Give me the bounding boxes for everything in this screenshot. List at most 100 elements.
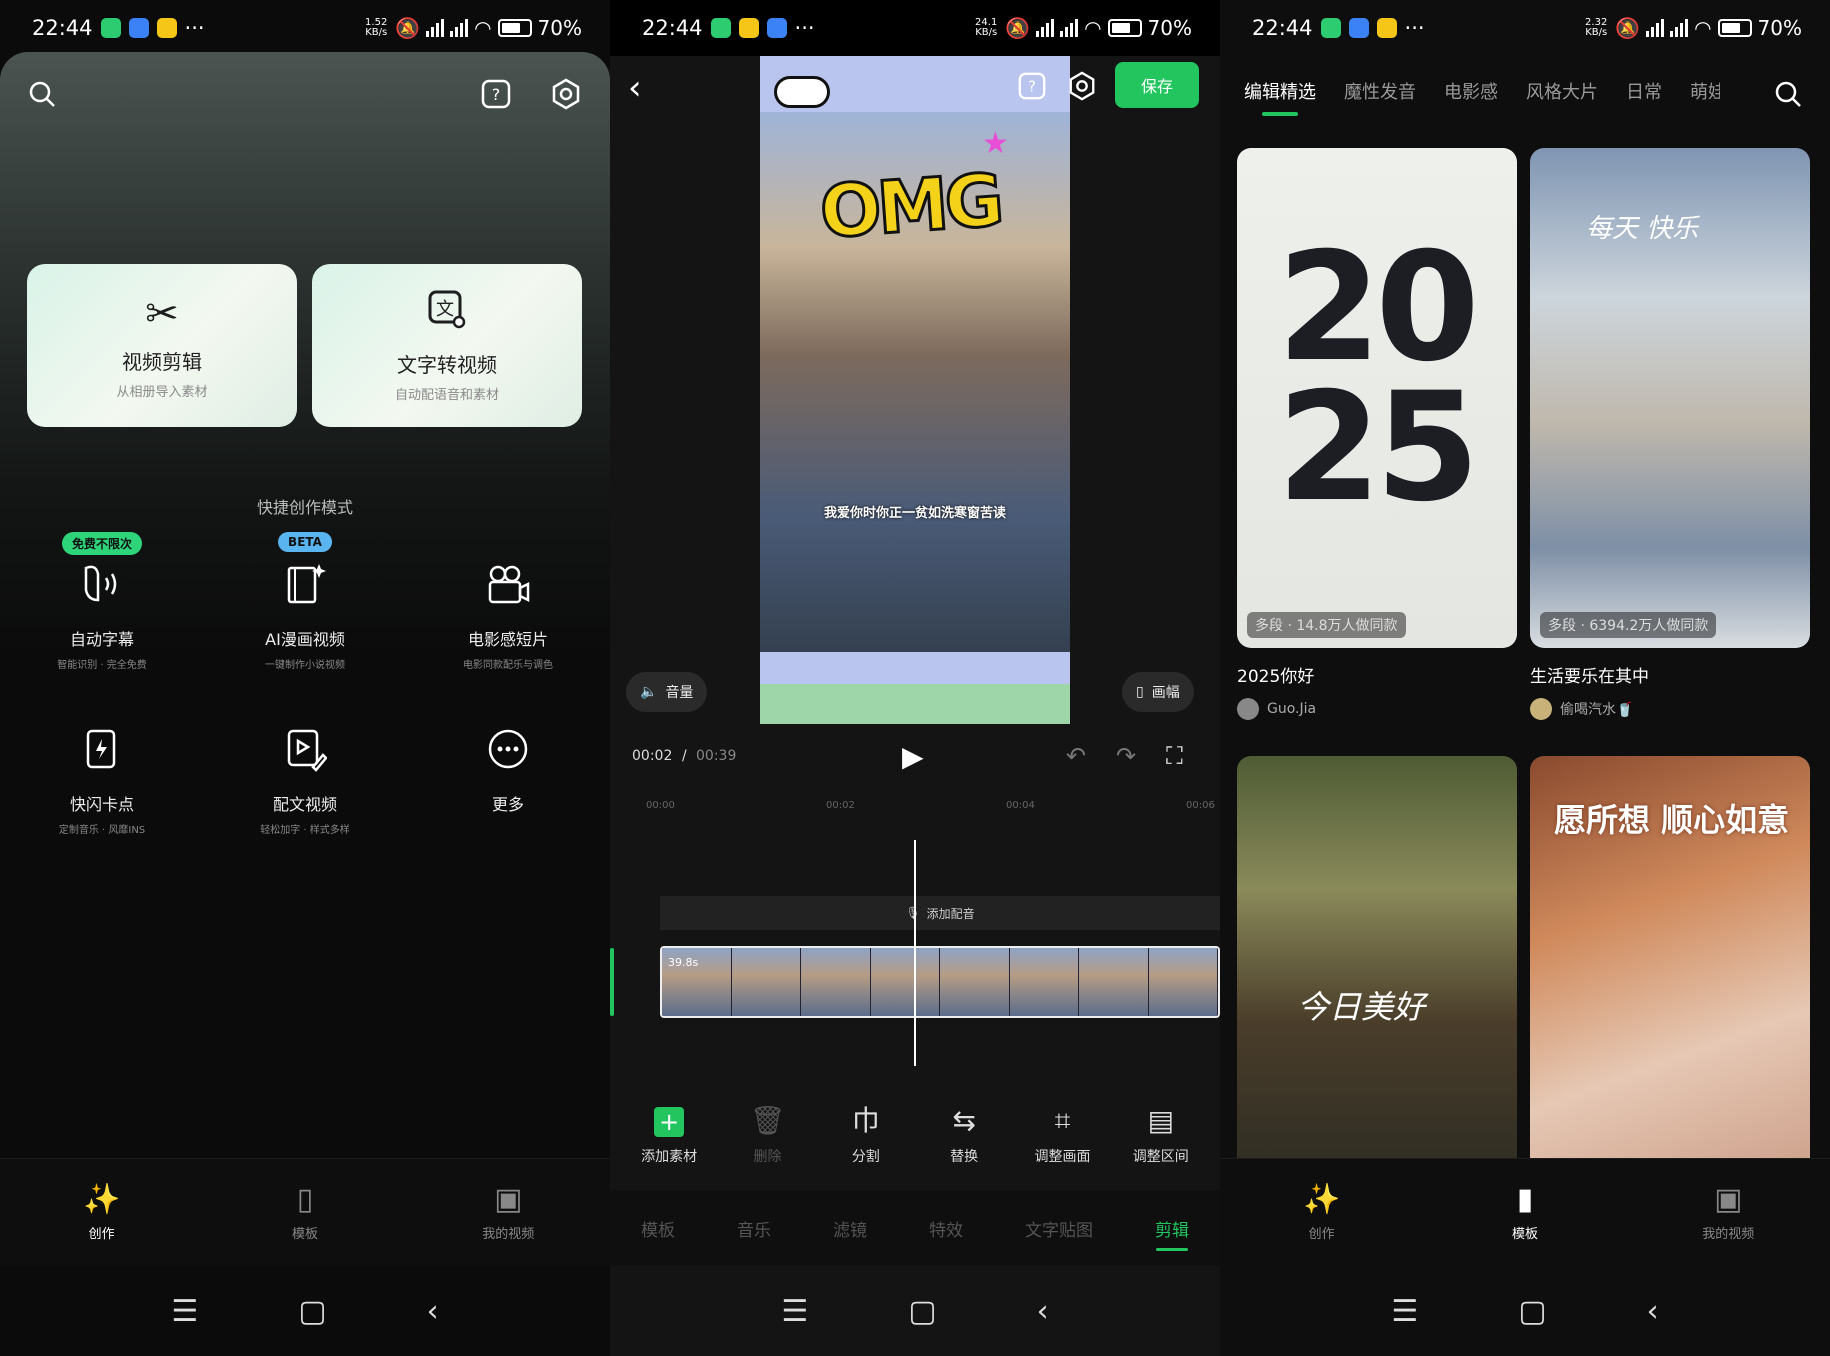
adjust-range-button[interactable]: ▤ 调整区间 (1121, 1104, 1201, 1166)
menu-icon[interactable]: ☰ (781, 1294, 808, 1329)
template-card[interactable]: 今日美好 (1237, 756, 1517, 1200)
settings-icon[interactable] (1062, 66, 1102, 106)
signal-icon (1646, 19, 1665, 37)
svg-text:?: ? (1028, 78, 1036, 96)
ai-comic-video-tile[interactable]: BETA AI漫画视频 一键制作小说视频 (220, 532, 390, 671)
app-icon (128, 18, 149, 38)
tab-filters[interactable]: 滤镜 (833, 1216, 867, 1241)
volume-button[interactable]: 🔈 音量 (626, 672, 708, 712)
template-card[interactable]: 每天 快乐 多段 · 6394.2万人做同款 (1530, 148, 1810, 648)
speaker-icon: 🔈 (640, 684, 658, 700)
tab-templates[interactable]: ▯ 模板 (245, 1183, 365, 1243)
flash-beat-tile[interactable]: 快闪卡点 定制音乐 · 风靡INS (17, 725, 187, 836)
caption-video-tile[interactable]: 配文视频 轻松加字 · 样式多样 (220, 725, 390, 836)
adjust-frame-button[interactable]: ⌗ 调整画面 (1022, 1104, 1102, 1166)
split-button[interactable]: 巾 分割 (826, 1104, 906, 1166)
big-year-text: 2025 (1277, 221, 1480, 535)
playhead[interactable] (914, 840, 916, 1066)
card-title: 视频剪辑 (122, 349, 202, 374)
save-button[interactable]: 保存 (1115, 62, 1199, 108)
search-icon[interactable] (22, 74, 62, 114)
tab-effects[interactable]: 特效 (929, 1216, 963, 1241)
category-daily[interactable]: 日常 (1626, 78, 1662, 104)
tool-label: 调整区间 (1132, 1149, 1189, 1165)
template-card[interactable]: 2025 多段 · 14.8万人做同款 (1237, 148, 1517, 648)
author-name: Guo.Jia (1267, 701, 1317, 717)
section-title: 快捷创作模式 (256, 498, 353, 517)
tab-my-videos[interactable]: ▣ 我的视频 (448, 1183, 568, 1243)
canvas-button[interactable]: ▯ 画幅 (1122, 672, 1194, 712)
settings-icon[interactable] (546, 74, 586, 114)
plus-icon: + (654, 1107, 685, 1137)
category-cinematic[interactable]: 电影感 (1444, 78, 1498, 104)
tab-create[interactable]: ✨ 创作 (1262, 1183, 1382, 1243)
text-to-video-card[interactable]: 文 文字转视频 自动配语音和素材 (312, 264, 582, 427)
add-media-button[interactable]: + 添加素材 (629, 1104, 709, 1166)
tile-title: 更多 (491, 795, 524, 814)
auto-caption-tile[interactable]: 免费不限次 自动字幕 智能识别 · 完全免费 (17, 532, 187, 671)
star-sticker: ★ (982, 126, 1009, 161)
back-icon[interactable]: ‹ (1647, 1294, 1659, 1329)
tab-templates[interactable]: ▮ 模板 (1465, 1183, 1585, 1243)
back-icon[interactable]: ‹ (1037, 1294, 1049, 1329)
category-editors-picks[interactable]: 编辑精选 (1244, 78, 1316, 116)
category-funny-voice[interactable]: 魔性发音 (1344, 78, 1416, 104)
tab-text-stickers[interactable]: 文字贴图 (1025, 1216, 1093, 1241)
beta-badge: BETA (278, 532, 332, 552)
back-icon[interactable]: ‹ (628, 68, 642, 108)
cinematic-short-tile[interactable]: 电影感短片 电影同款配乐与调色 (423, 560, 593, 671)
tab-edit[interactable]: 剪辑 (1155, 1216, 1189, 1251)
help-icon[interactable]: ? (1012, 66, 1052, 106)
cloud-sticker (774, 76, 830, 108)
video-clip-strip[interactable] (660, 946, 1220, 1018)
undo-icon[interactable]: ↶ (1066, 742, 1086, 770)
template-card[interactable]: 愿所想 顺心如意 (1530, 756, 1810, 1200)
home-icon[interactable]: ▢ (298, 1294, 326, 1329)
back-icon[interactable]: ‹ (427, 1294, 439, 1329)
comic-icon (283, 560, 327, 616)
magic-wand-icon: ✨ (82, 1182, 121, 1217)
playback-bar: 00:02 / 00:39 ▶ ↶ ↷ ⛶ (610, 740, 1220, 788)
video-preview[interactable]: OMG ★ 我爱你时你正一贫如洗寒窗苦读 (760, 52, 1070, 724)
fullscreen-icon[interactable]: ⛶ (1166, 742, 1183, 770)
canvas-label: 画幅 (1151, 685, 1180, 701)
redo-icon[interactable]: ↷ (1116, 742, 1136, 770)
delete-button[interactable]: 🗑 删除 (727, 1104, 807, 1166)
template-thumbnail: 愿所想 顺心如意 (1530, 756, 1810, 1200)
menu-icon[interactable]: ☰ (1391, 1294, 1418, 1329)
volume-label: 音量 (665, 685, 694, 701)
more-icon (486, 725, 530, 781)
tile-subtitle: 轻松加字 · 样式多样 (260, 825, 350, 836)
tab-my-videos[interactable]: ▣ 我的视频 (1668, 1183, 1788, 1243)
track-start-marker (610, 948, 614, 1016)
overlay-text: 今日美好 (1297, 988, 1426, 1026)
battery-icon (1107, 19, 1142, 37)
wifi-icon: ◠ (474, 16, 492, 40)
category-style[interactable]: 风格大片 (1526, 78, 1598, 104)
tab-templates[interactable]: 模板 (641, 1216, 675, 1241)
more-tile[interactable]: 更多 (423, 725, 593, 815)
home-screen: 22:44 ··· 1.52 KB/s 🔕 ◠ 70% ? ✂ 视频剪辑 从相册… (0, 0, 610, 1356)
battery-level: 70% (1147, 16, 1192, 40)
help-icon[interactable]: ? (476, 74, 516, 114)
template-author[interactable]: 偷喝汽水🥤 (1530, 698, 1633, 720)
editor-screen: 22:44 ··· 24.1 KB/s 🔕 ◠ 70% ‹ OMG ★ 我爱你时… (610, 0, 1220, 1356)
replace-button[interactable]: ⇆ 替换 (924, 1104, 1004, 1166)
tool-label: 添加素材 (641, 1149, 698, 1165)
network-speed: 1.52 KB/s (365, 17, 388, 38)
category-kids[interactable]: 萌娃 (1690, 78, 1720, 104)
search-icon[interactable] (1768, 74, 1808, 114)
app-icon (1348, 18, 1369, 38)
tab-create[interactable]: ✨ 创作 (42, 1182, 162, 1243)
video-edit-card[interactable]: ✂ 视频剪辑 从相册导入素材 (27, 264, 297, 427)
add-voiceover-track[interactable]: 🎙 添加配音 (660, 896, 1220, 930)
tab-music[interactable]: 音乐 (737, 1216, 771, 1241)
time-total: 00:39 (696, 748, 737, 764)
template-author[interactable]: Guo.Jia (1237, 698, 1316, 720)
menu-icon[interactable]: ☰ (171, 1294, 198, 1329)
home-icon[interactable]: ▢ (908, 1294, 936, 1329)
system-nav-bar: ☰ ▢ ‹ (1220, 1266, 1830, 1356)
svg-text:?: ? (492, 85, 501, 104)
play-icon[interactable]: ▶ (902, 740, 924, 773)
home-icon[interactable]: ▢ (1518, 1294, 1546, 1329)
